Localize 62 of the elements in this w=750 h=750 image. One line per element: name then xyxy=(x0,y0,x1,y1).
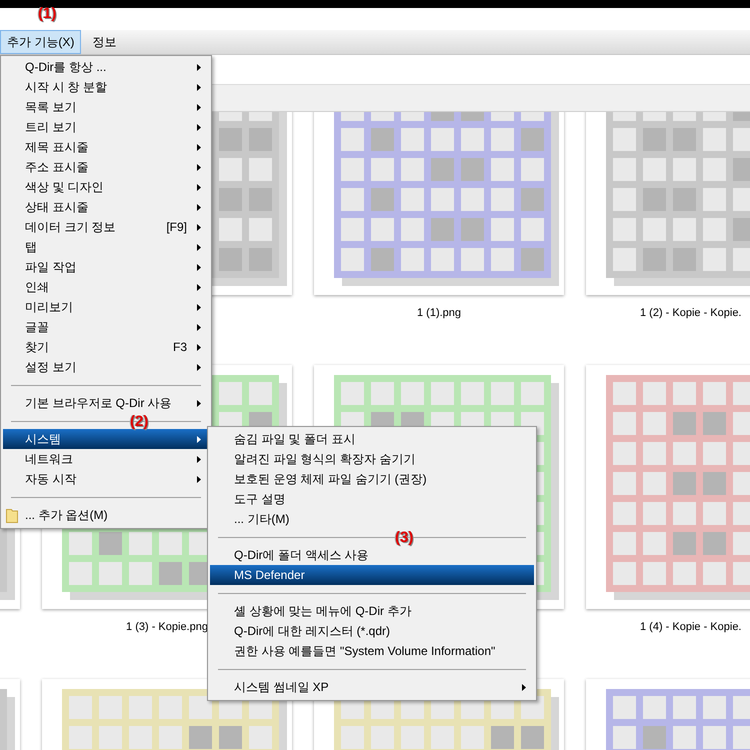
menu-item[interactable]: 인쇄 xyxy=(3,277,209,297)
menu-item[interactable]: 색상 및 디자인 xyxy=(3,177,209,197)
menu-item[interactable]: 주소 표시줄 xyxy=(3,157,209,177)
submenu-arrow-icon xyxy=(197,344,201,350)
submenu-arrow-icon xyxy=(197,264,201,270)
menu-item[interactable]: 기본 브라우저로 Q-Dir 사용 xyxy=(3,393,209,413)
menu-item[interactable]: 글꼴 xyxy=(3,317,209,337)
menu-item[interactable]: Q-Dir에 대한 레지스터 (*.qdr) xyxy=(210,621,534,641)
submenu-arrow-icon xyxy=(197,304,201,310)
step-number: (3) xyxy=(395,530,414,545)
submenu-arrow-icon xyxy=(197,224,201,230)
submenu-arrow-icon xyxy=(197,164,201,170)
menu-item[interactable]: 시스템 썸네일 XP xyxy=(210,677,534,697)
submenu-arrow-icon xyxy=(197,104,201,110)
submenu-arrow-icon xyxy=(197,244,201,250)
submenu-arrow-icon xyxy=(197,84,201,90)
menu-item[interactable]: MS Defender xyxy=(210,565,534,585)
menu-item[interactable]: 숨김 파일 및 폴더 표시 xyxy=(210,429,534,449)
file-name: 1 (1).png xyxy=(416,307,462,319)
menu-item[interactable]: 파일 작업 xyxy=(3,257,209,277)
submenu-arrow-icon xyxy=(197,184,201,190)
menu-item[interactable]: 제목 표시줄 xyxy=(3,137,209,157)
submenu-arrow-icon xyxy=(197,456,201,462)
menu-item[interactable]: 네트워크 xyxy=(3,449,209,469)
menu-item[interactable]: 자동 시작 xyxy=(3,469,209,489)
file-name: 1 (2) - Kopie - Kopie. xyxy=(640,307,742,319)
menu-bar-item[interactable]: 추가 기능(X) xyxy=(0,30,82,54)
menu-item[interactable]: 도구 설명 xyxy=(210,489,534,509)
menu-bar-item[interactable]: 정보 xyxy=(85,30,124,54)
menu-item[interactable]: 탭 xyxy=(3,237,209,257)
step-number: (1) xyxy=(38,6,56,21)
menu-item[interactable]: 알려진 파일 형식의 확장자 숨기기 xyxy=(210,449,534,469)
submenu-arrow-icon xyxy=(197,364,201,370)
menu-item[interactable]: 시작 시 창 분할 xyxy=(3,77,209,97)
submenu-arrow-icon xyxy=(197,324,201,330)
menu-item[interactable]: Q-Dir를 항상 ... xyxy=(3,57,209,77)
menu-item[interactable]: 시스템 xyxy=(3,429,209,449)
submenu-arrow-icon xyxy=(522,684,526,690)
menu-item[interactable]: 권한 사용 예를들면 "System Volume Information" xyxy=(210,641,534,661)
menu-item[interactable]: 미리보기 xyxy=(3,297,209,317)
menu-item[interactable]: 데이터 크기 정보 [F9] xyxy=(3,217,209,237)
menu-item[interactable]: 셸 상황에 맞는 메뉴에 Q-Dir 추가 xyxy=(210,601,534,621)
step-number: (2) xyxy=(130,414,148,429)
submenu-arrow-icon xyxy=(197,204,201,210)
menu-item[interactable]: 찾기 F3 xyxy=(3,337,209,357)
submenu-arrow-icon xyxy=(197,144,201,150)
submenu-arrow-icon xyxy=(197,400,201,406)
menu-item[interactable]: ... 추가 옵션(M) xyxy=(3,505,209,525)
menu-item[interactable]: ... 기타(M) xyxy=(210,509,534,529)
submenu-arrow-icon xyxy=(197,476,201,482)
menu-item[interactable]: 설정 보기 xyxy=(3,357,209,377)
menu-item[interactable]: 트리 보기 xyxy=(3,117,209,137)
submenu-arrow-icon xyxy=(197,124,201,130)
submenu-arrow-icon xyxy=(197,284,201,290)
menu-item[interactable]: Q-Dir에 폴더 액세스 사용 xyxy=(210,545,534,565)
file-name: 1 (3) - Kopie.png xyxy=(126,621,208,633)
submenu-arrow-icon xyxy=(197,64,201,70)
submenu-arrow-icon xyxy=(197,436,201,442)
menu-item[interactable]: 목록 보기 xyxy=(3,97,209,117)
menu-item[interactable]: 상태 표시줄 xyxy=(3,197,209,217)
menu-item[interactable]: 보호된 운영 체제 파일 숨기기 (권장) xyxy=(210,469,534,489)
file-name: 1 (4) - Kopie - Kopie. xyxy=(640,621,742,633)
